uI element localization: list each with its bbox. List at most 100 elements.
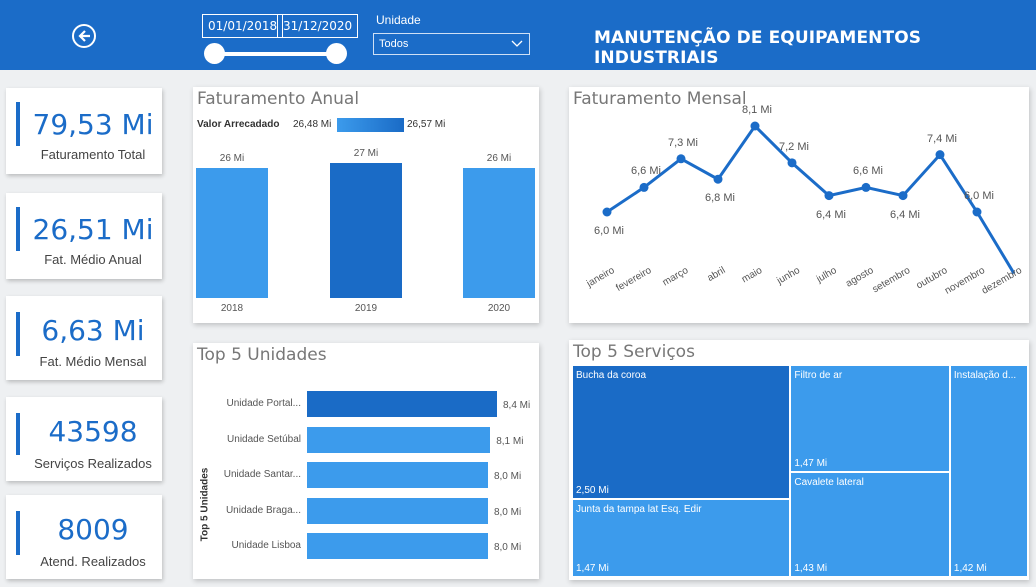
monthly-data-label: 6,8 Mi [705,192,735,205]
unit-data-label: 8,0 Mi [493,542,522,553]
monthly-point [676,154,686,164]
monthly-point [861,182,871,192]
dashboard-title: MANUTENÇÃO DE EQUIPAMENTOS INDUSTRIAIS [594,28,922,68]
kpi-label: Faturamento Total [40,147,146,162]
monthly-data-label: 6,0 Mi [964,190,994,202]
unit-data-label: 8,4 Mi [503,400,531,411]
top-units-title: Top 5 Unidades [197,345,327,365]
treemap-tile: Junta da tampa lat Esq. Edir 1,47 Mi [572,498,791,577]
unit-category-label: Unidade Santar... [223,469,301,480]
kpi-card-faturamento-total: 79,53 Mi Faturamento Total [6,88,162,174]
top-services-card: Top 5 Serviços Bucha da coroa 2,50 Mi Junt… [569,340,1029,580]
annual-revenue-card: Faturamento Anual Valor Arrecadado 26,48… [193,87,539,323]
kpi-card-fat-medio-mensal: 6,63 Mi Fat. Médio Mensal [6,296,162,380]
monthly-point [750,121,760,131]
unit-data-label: 8,0 Mi [493,507,522,518]
unit-bar [307,427,491,453]
kpi-label: Fat. Médio Mensal [39,354,147,369]
treemap-tile-name: Cavalete lateral [794,477,864,489]
treemap-tile-value: 2,50 Mi [576,484,609,496]
kpi-value: 8009 [57,513,129,546]
unit-category-label: Unidade Braga... [225,505,301,516]
treemap-tile-value: 1,43 Mi [794,562,828,574]
monthly-data-label: 8,1 Mi [742,104,772,116]
annual-bar [330,163,402,298]
monthly-point [898,191,908,201]
monthly-point [824,191,834,201]
back-arrow-icon[interactable] [72,24,96,48]
monthly-data-label: 7,4 Mi [927,132,957,145]
monthly-point [639,182,649,192]
unit-bar [307,391,497,417]
date-start-input[interactable]: 01/01/2018 [202,14,284,38]
monthly-data-label: 6,4 Mi [890,208,920,221]
treemap-tile: Cavalete lateral 1,43 Mi [790,472,950,577]
unit-filter-dropdown[interactable]: Todos [373,33,530,55]
treemap-tile: Bucha da coroa 2,50 Mi [572,365,791,499]
kpi-value: 6,63 Mi [41,314,145,347]
kpi-label: Fat. Médio Anual [44,252,142,267]
unit-bar [307,498,488,524]
monthly-point [935,150,945,160]
date-slider-start-handle[interactable] [204,43,225,64]
monthly-point [787,158,797,168]
kpi-card-servicos-realizados: 43598 Serviços Realizados [6,397,162,481]
date-slider-track[interactable] [214,52,336,56]
annual-bar-data-label: 26 Mi [486,153,512,164]
treemap-tile-name: Junta da tampa lat Esq. Edir [576,503,702,515]
annual-bar-chart: 26 Mi 2018 27 Mi 2019 26 Mi 2020 [193,87,539,323]
unit-filter-value: Todos [379,38,409,50]
units-axis-label: Top 5 Unidades [199,467,211,542]
monthly-data-label: 6,6 Mi [853,165,883,178]
treemap-tile: Instalação d... 1,42 Mi [949,365,1028,577]
kpi-accent-bar [16,207,20,251]
treemap-tile-name: Instalação d... [953,370,1017,381]
monthly-data-label: 6,4 Mi [816,208,846,221]
monthly-point [972,207,982,217]
treemap-tile-value: 1,42 Mi [953,563,987,574]
top-services-title: Top 5 Serviços [573,342,695,362]
kpi-accent-bar [16,413,20,455]
monthly-data-label: 7,2 Mi [779,140,809,153]
chevron-down-icon [511,40,523,47]
treemap-tile-name: Bucha da coroa [576,370,647,381]
unit-category-label: Unidade Portal... [226,398,302,409]
kpi-card-atend-realizados: 8009 Atend. Realizados [6,495,162,579]
kpi-card-fat-medio-anual: 26,51 Mi Fat. Médio Anual [6,193,162,279]
monthly-point [713,174,723,184]
monthly-revenue-card: Faturamento Mensal 6,0 Mi 6,6 Mi 7,3 Mi 6,8… [569,87,1029,323]
kpi-value: 43598 [48,415,138,448]
unit-category-label: Unidade Lisboa [231,540,302,551]
unit-bar [307,462,488,488]
kpi-accent-bar [16,511,20,555]
unit-category-label: Unidade Setúbal [227,434,301,445]
annual-bar-data-label: 27 Mi [353,148,379,159]
kpi-accent-bar [16,312,20,356]
top-units-card: Top 5 Unidades Top 5 Unidades Unidade Po… [193,343,539,579]
date-end-input[interactable]: 31/12/2020 [277,14,359,38]
monthly-point [602,207,612,217]
treemap-tile-value: 1,47 Mi [576,562,609,574]
top-bar: 01/01/2018 31/12/2020 Unidade Todos MANU… [0,0,1036,70]
annual-bar [196,168,268,298]
treemap-tile: Filtro de ar 1,47 Mi [790,365,950,473]
kpi-accent-bar [16,102,20,146]
treemap-tile-value: 1,47 Mi [794,458,828,470]
kpi-value: 26,51 Mi [32,213,154,246]
unit-filter-label: Unidade [376,13,421,27]
monthly-data-label: 6,0 Mi [594,225,624,237]
monthly-data-label: 7,3 Mi [668,136,698,149]
kpi-value: 79,53 Mi [32,108,154,141]
unit-bar [307,533,488,559]
treemap-tile-name: Filtro de ar [794,370,843,381]
kpi-label: Atend. Realizados [40,554,146,569]
annual-bar-data-label: 26 Mi [219,153,245,164]
annual-bar-category-label: 2018 [220,303,244,314]
annual-bar-category-label: 2019 [354,303,378,314]
date-slider-end-handle[interactable] [326,43,347,64]
annual-bar-category-label: 2020 [487,303,511,314]
monthly-data-label: 6,6 Mi [631,165,661,178]
annual-bar [463,168,535,298]
unit-data-label: 8,1 Mi [496,436,524,447]
kpi-label: Serviços Realizados [34,456,152,471]
